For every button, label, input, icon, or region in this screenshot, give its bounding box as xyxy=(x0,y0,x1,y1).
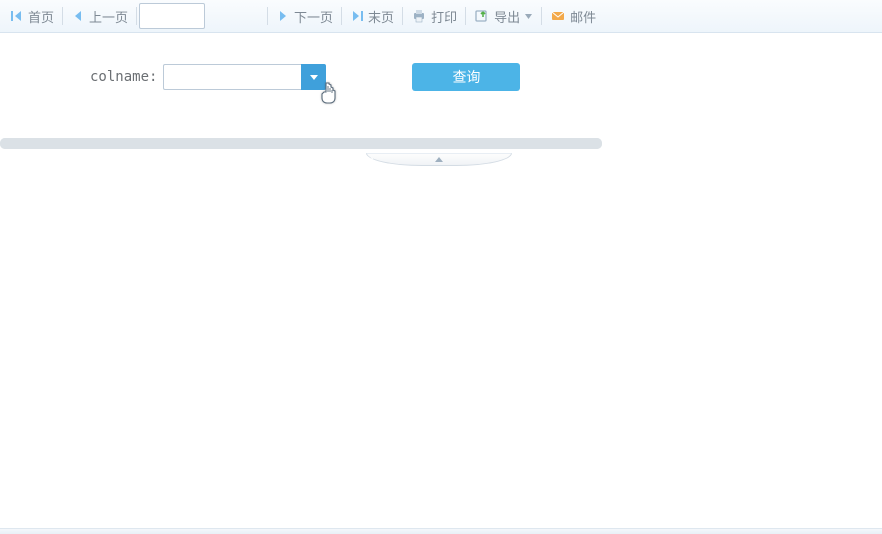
mail-button[interactable]: 邮件 xyxy=(544,4,602,28)
prev-page-label: 上一页 xyxy=(89,7,128,26)
prev-page-button[interactable]: 上一页 xyxy=(65,4,134,28)
separator xyxy=(402,7,403,25)
export-button[interactable]: 导出 xyxy=(468,4,539,28)
status-bar xyxy=(0,528,882,534)
last-page-label: 末页 xyxy=(368,7,394,26)
mail-label: 邮件 xyxy=(570,7,596,26)
export-icon xyxy=(474,8,490,24)
last-page-icon xyxy=(350,9,364,23)
query-button-label: 查询 xyxy=(452,67,480,87)
separator xyxy=(541,7,542,25)
chevron-down-icon xyxy=(524,12,533,21)
last-page-button[interactable]: 末页 xyxy=(344,4,400,28)
print-label: 打印 xyxy=(431,7,457,26)
next-page-label: 下一页 xyxy=(294,7,333,26)
separator xyxy=(465,7,466,25)
separator xyxy=(136,7,137,25)
mail-icon xyxy=(550,8,566,24)
print-button[interactable]: 打印 xyxy=(405,4,463,28)
colname-label: colname: xyxy=(90,69,157,85)
separator xyxy=(267,7,268,25)
scrollbar-thumb[interactable] xyxy=(0,138,602,149)
first-page-icon xyxy=(10,9,24,23)
print-icon xyxy=(411,8,427,24)
colname-combobox xyxy=(163,64,326,90)
first-page-label: 首页 xyxy=(28,7,54,26)
horizontal-scrollbar[interactable] xyxy=(0,138,602,149)
colname-input[interactable] xyxy=(163,64,301,90)
filter-bar: colname: 查询 xyxy=(0,33,882,111)
next-page-icon xyxy=(276,9,290,23)
first-page-button[interactable]: 首页 xyxy=(4,4,60,28)
collapse-panel-handle[interactable] xyxy=(366,153,512,166)
query-button[interactable]: 查询 xyxy=(412,63,520,91)
separator xyxy=(62,7,63,25)
chevron-up-icon xyxy=(434,156,444,163)
colname-dropdown-button[interactable] xyxy=(301,64,326,90)
separator xyxy=(341,7,342,25)
prev-page-icon xyxy=(71,9,85,23)
chevron-down-icon xyxy=(309,72,319,82)
next-page-button[interactable]: 下一页 xyxy=(270,4,339,28)
page-number-input[interactable] xyxy=(139,3,205,29)
pagination-toolbar: 首页 上一页 下一页 末页 打印 导出 xyxy=(0,0,882,33)
export-label: 导出 xyxy=(494,7,520,26)
